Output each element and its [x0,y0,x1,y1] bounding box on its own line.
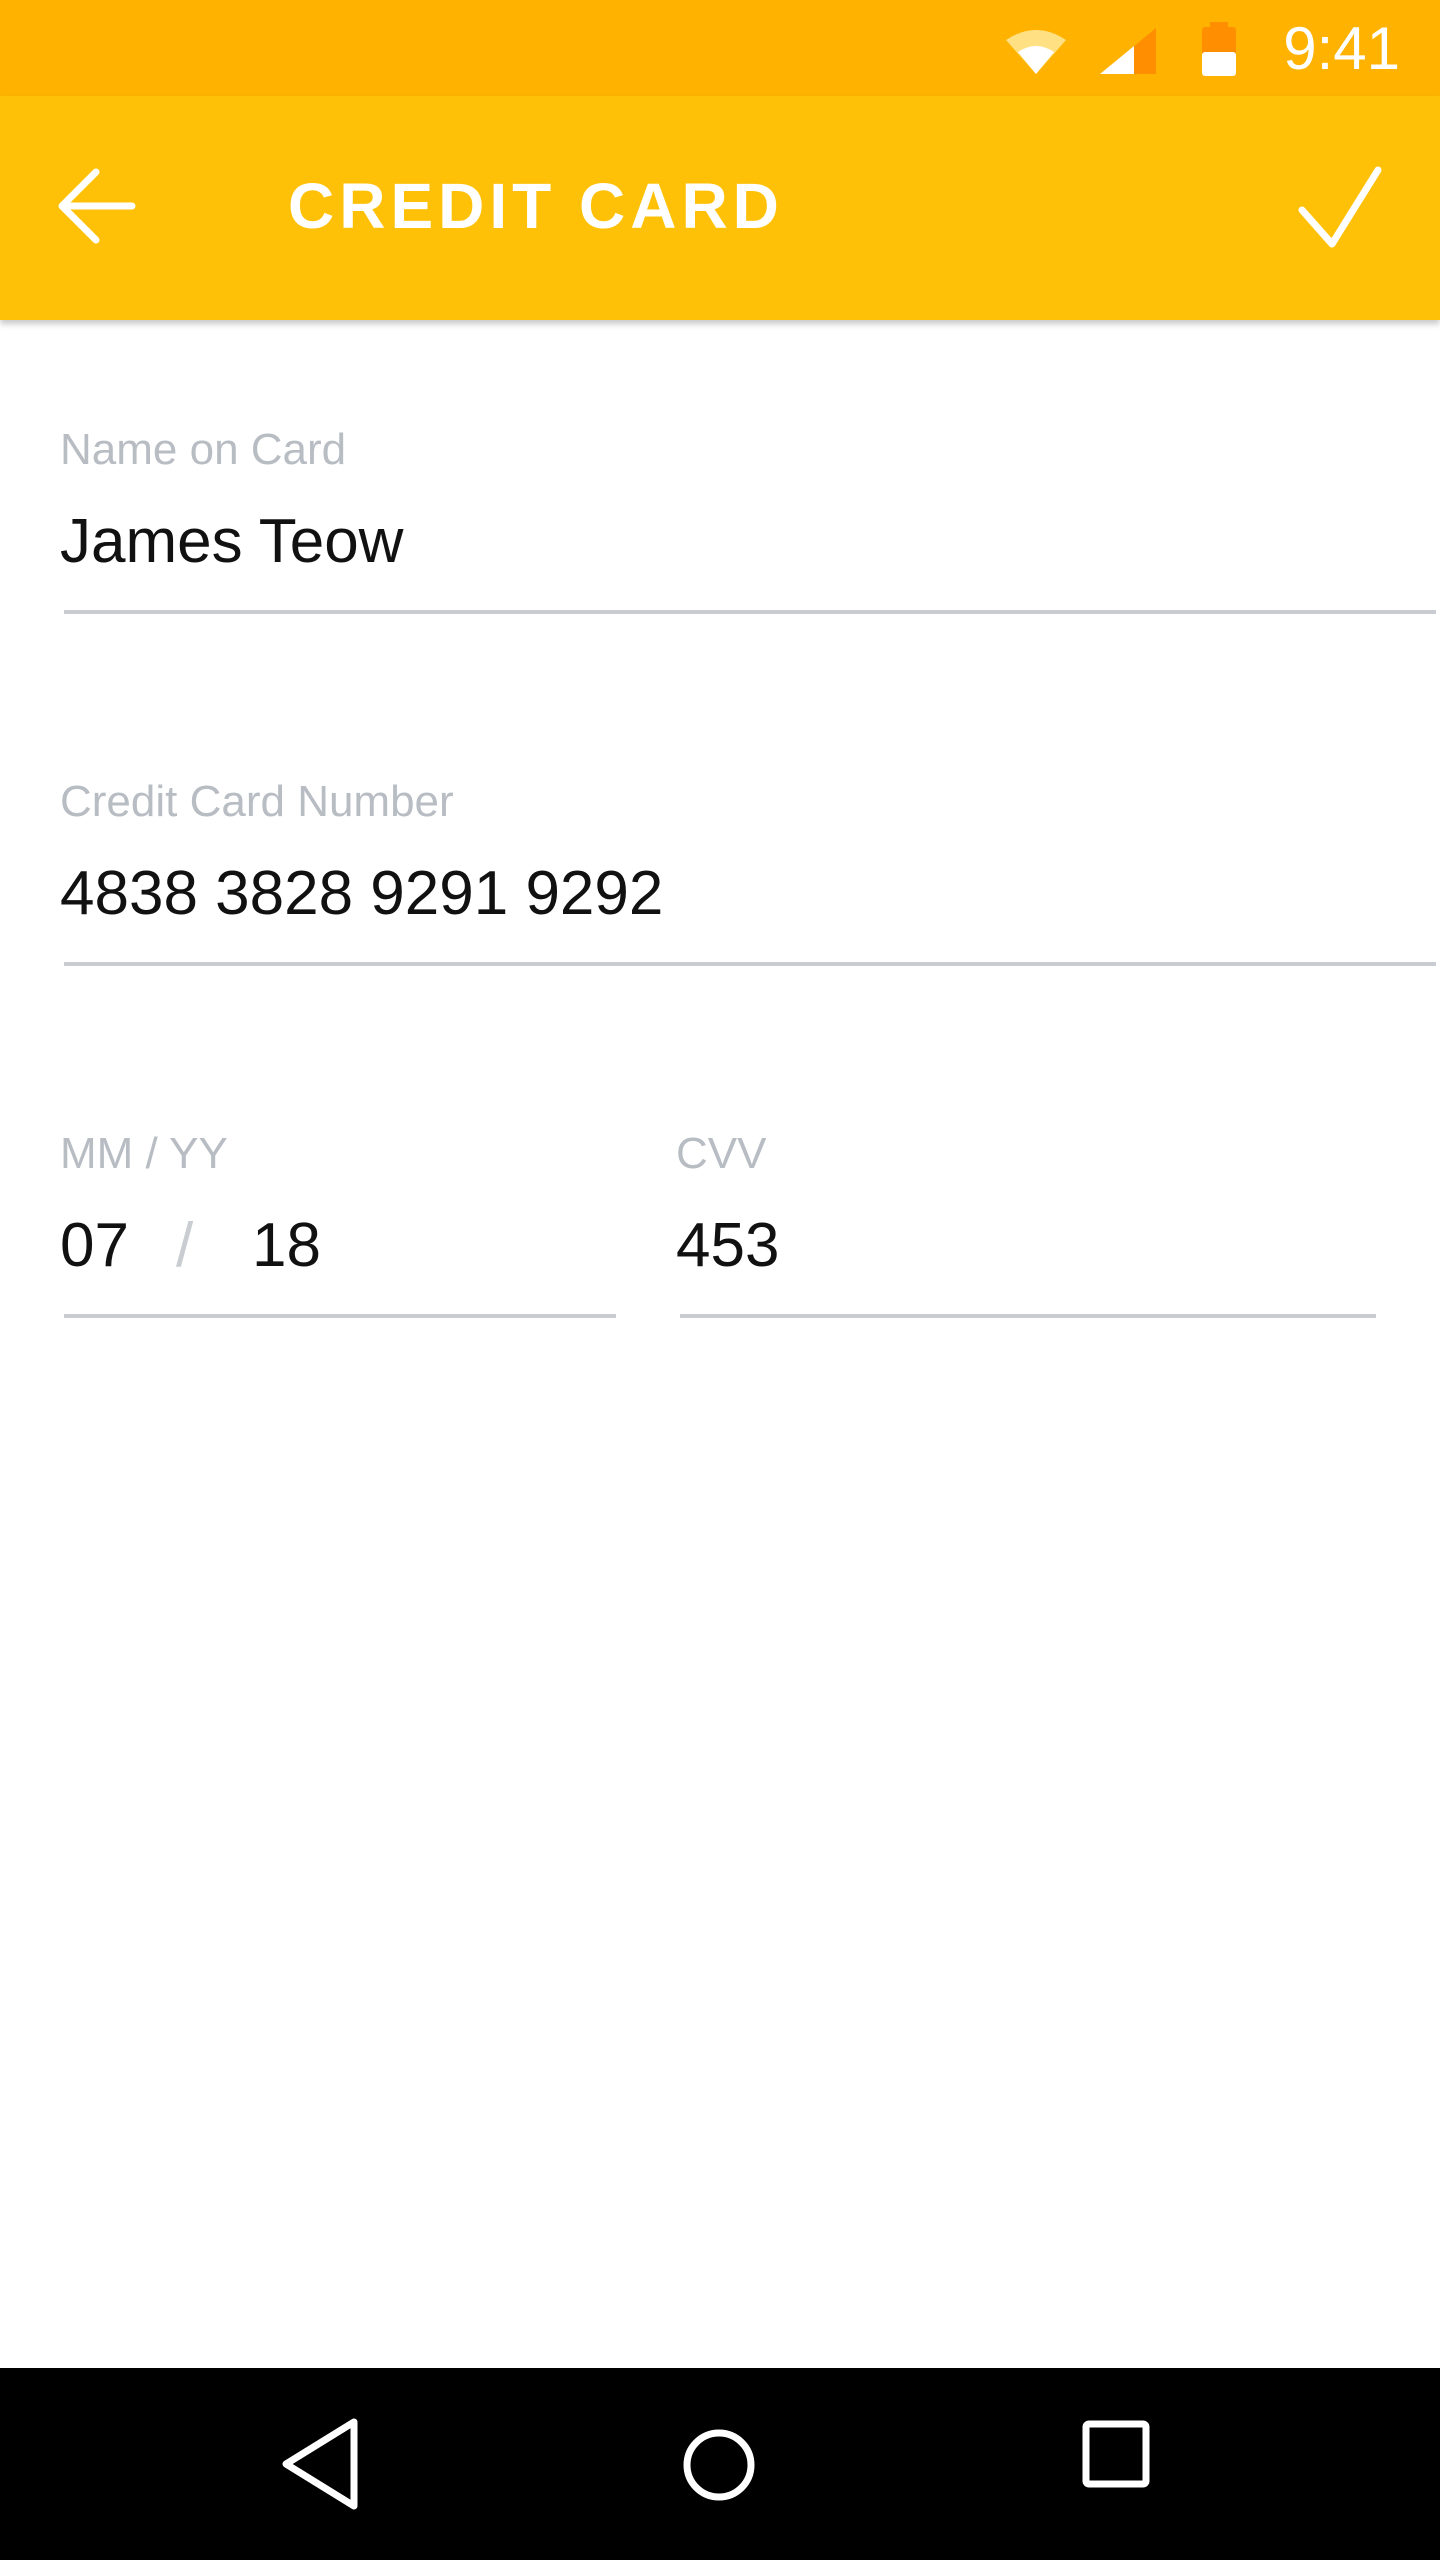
expiry-month-input[interactable]: 07 [60,1208,129,1284]
nav-recents-icon [1082,2420,1150,2488]
cvv-input[interactable]: 453 [676,1208,779,1284]
cvv-underline [680,1314,1376,1318]
wifi-icon [1006,30,1066,74]
expiry-year-input[interactable]: 18 [252,1208,321,1284]
battery-icon [1202,22,1236,76]
system-nav-bar [0,2368,1440,2560]
card-number-field[interactable]: Credit Card Number 4838 3828 9291 9292 [60,776,1436,976]
back-button[interactable] [48,156,158,256]
nav-back-icon [282,2418,358,2510]
expiry-label: MM / YY [60,1129,228,1178]
nav-home-icon [683,2429,755,2501]
expiry-underline [64,1314,616,1318]
cvv-label: CVV [676,1129,767,1178]
credit-card-screen: 9:41 CREDIT CARD Name on Card James Teow… [0,0,1440,2560]
checkmark-icon [1298,166,1382,248]
expiry-separator: / [176,1211,194,1280]
arrow-left-icon [58,168,136,244]
page-title: CREDIT CARD [288,170,784,242]
card-number-input[interactable]: 4838 3828 9291 9292 [60,856,663,932]
nav-home-button[interactable] [666,2412,772,2518]
app-bar: CREDIT CARD [0,96,1440,320]
cell-signal-icon [1100,28,1156,74]
card-number-underline [64,962,1436,966]
card-number-label: Credit Card Number [60,777,454,826]
name-on-card-underline [64,610,1436,614]
name-on-card-input[interactable]: James Teow [60,504,403,580]
cvv-field[interactable]: CVV 453 [676,1128,1376,1328]
expiry-field[interactable]: MM / YY 07 / 18 [60,1128,620,1328]
status-bar: 9:41 [0,0,1440,96]
confirm-button[interactable] [1290,158,1390,258]
name-on-card-label: Name on Card [60,425,347,474]
nav-recents-button[interactable] [1078,2416,1162,2500]
name-on-card-field[interactable]: Name on Card James Teow [60,424,1436,624]
nav-back-button[interactable] [272,2412,372,2516]
status-time: 9:41 [1283,15,1400,82]
